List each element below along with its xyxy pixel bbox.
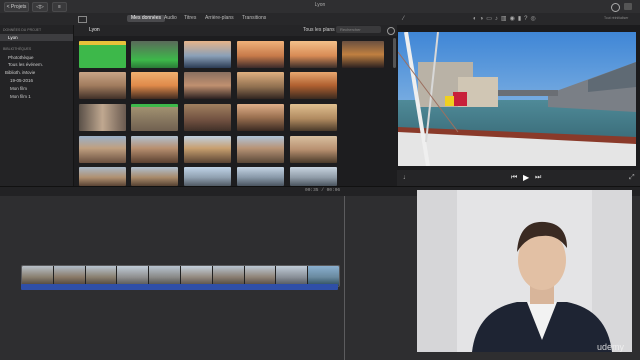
clip-thumbnail[interactable] (290, 41, 337, 68)
sidebar-item-library[interactable]: Biblioth. iMovie (5, 70, 35, 75)
play-icon[interactable]: ▶ (523, 173, 529, 182)
project-section-heading: DONNÉES DU PROJET (3, 28, 42, 32)
fullscreen-viewer-icon[interactable]: ⤢ (629, 174, 635, 182)
sidebar-event-date[interactable]: 19-05-2016 (10, 78, 33, 83)
viewer-image (397, 31, 636, 167)
clip-thumbnail[interactable] (131, 41, 178, 68)
clip-frames (22, 266, 339, 286)
clip-thumbnail[interactable] (131, 72, 178, 99)
clip-thumbnail[interactable] (237, 41, 284, 68)
skip-back-icon[interactable]: ⏮ (511, 174, 517, 182)
clip-thumbnail[interactable] (237, 104, 284, 131)
instructor-webcam (417, 190, 632, 352)
adjustment-icons[interactable]: ◐◑▭♪▥◉▮?◎ (473, 15, 539, 22)
sidebar-item-lyon[interactable]: Lyon (8, 35, 18, 40)
search-input[interactable]: Rechercher (336, 26, 381, 33)
libraries-sidebar: DONNÉES DU PROJET Lyon BIBLIOTHÈQUES Pho… (0, 25, 74, 186)
share-icon[interactable] (611, 3, 620, 12)
clip-thumbnail[interactable] (79, 104, 126, 131)
wand-icon[interactable]: ⁄ (403, 16, 404, 22)
tab-titles[interactable]: Titres (180, 15, 200, 22)
tab-transitions[interactable]: Transitions (238, 15, 270, 22)
clip-thumbnail[interactable] (184, 104, 231, 131)
clip-thumbnail[interactable] (290, 104, 337, 131)
clip-thumbnail[interactable] (79, 136, 126, 163)
tab-backgrounds[interactable]: Arrière-plans (201, 15, 238, 22)
libraries-heading: BIBLIOTHÈQUES (3, 47, 32, 51)
clip-thumbnail[interactable] (79, 72, 126, 99)
browser-scrollbar[interactable] (393, 38, 396, 68)
clip-thumbnail[interactable] (184, 167, 231, 186)
clip-thumbnail[interactable] (237, 136, 284, 163)
gear-icon[interactable] (387, 27, 395, 35)
clip-thumbnail[interactable] (131, 104, 178, 131)
timecode: 00:35 / 00:06 (305, 188, 341, 193)
clip-thumbnail[interactable] (131, 167, 178, 186)
sidebar-toggle-icon[interactable] (78, 16, 87, 23)
clip-thumbnail[interactable] (184, 72, 231, 99)
window-title: Lyon (314, 2, 326, 8)
clip-filter[interactable]: Tous les plans (303, 27, 335, 33)
playback-controls: ♩ ⏮ ▶ ⏭ ⤢ (397, 170, 640, 186)
clip-thumbnail[interactable] (237, 167, 284, 186)
skip-forward-icon[interactable]: ⏭ (535, 174, 541, 182)
clip-thumbnail[interactable] (131, 136, 178, 163)
browser-header: Lyon Tous les plans Rechercher (74, 25, 397, 36)
clip-thumbnail[interactable] (184, 41, 231, 68)
clip-thumbnail[interactable] (342, 41, 384, 68)
sidebar-event-film[interactable]: Mon film (10, 86, 27, 91)
viewer-toolbar: ⁄ ◐◑▭♪▥◉▮?◎ Tout réinitialiser (397, 13, 640, 25)
sidebar-item-photos[interactable]: Photothèque (8, 55, 34, 60)
browser-project-name: Lyon (89, 27, 100, 33)
clip-thumbnail[interactable] (79, 167, 126, 186)
clip-thumbnail[interactable] (237, 72, 284, 99)
clip-thumbnail[interactable] (184, 136, 231, 163)
clip-thumbnail[interactable] (290, 167, 337, 186)
clip-thumbnail[interactable] (290, 72, 337, 99)
fullscreen-icon[interactable] (624, 3, 632, 10)
reset-all-label[interactable]: Tout réinitialiser (604, 16, 628, 20)
sidebar-event-film-1[interactable]: Mon film 1 (10, 94, 31, 99)
clip-thumbnail[interactable] (290, 136, 337, 163)
tab-audio[interactable]: Audio (160, 15, 181, 22)
audio-track[interactable] (21, 284, 338, 290)
title-bar: < Projets ◁▷ ≡ Lyon (0, 0, 640, 14)
playhead[interactable] (344, 196, 345, 360)
sidebar-item-all-events[interactable]: Tous les événem. (8, 62, 43, 67)
udemy-watermark: udemy (597, 342, 625, 352)
microphone-icon[interactable]: ♩ (403, 174, 410, 181)
clip-thumbnail[interactable] (79, 41, 126, 68)
